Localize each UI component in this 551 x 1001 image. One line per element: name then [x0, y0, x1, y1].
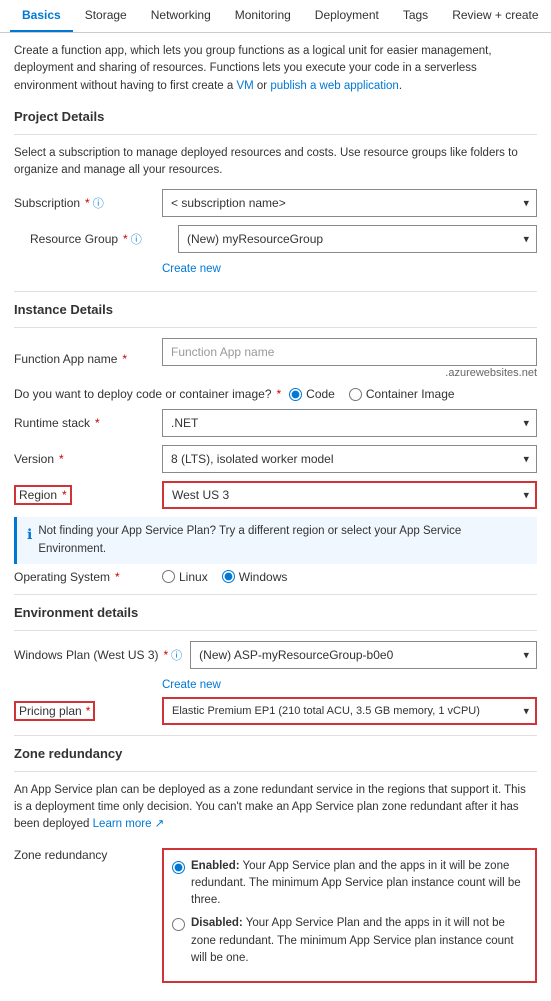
zone-redundancy-row: Zone redundancy Enabled: Your App Servic…: [14, 844, 537, 984]
info-circle-icon: ℹ: [27, 524, 32, 545]
subscription-info-icon[interactable]: ⓘ: [93, 195, 104, 211]
version-label: Version*: [14, 452, 154, 466]
version-select-wrapper: 8 (LTS), isolated worker model: [162, 445, 537, 473]
region-label-wrapper: Region*: [14, 485, 154, 505]
function-app-name-label: Function App name*: [14, 352, 154, 366]
tab-deployment[interactable]: Deployment: [303, 0, 391, 32]
resource-group-select[interactable]: (New) myResourceGroup: [178, 225, 537, 253]
windows-plan-info-icon[interactable]: ⓘ: [171, 647, 182, 663]
os-linux-option[interactable]: Linux: [162, 570, 208, 584]
os-radio-group: Linux Windows: [162, 570, 537, 584]
project-details-title: Project Details: [14, 109, 537, 124]
region-info-box: ℹ Not finding your App Service Plan? Try…: [14, 517, 537, 564]
resource-group-select-wrapper: (New) myResourceGroup: [178, 225, 537, 253]
tab-storage[interactable]: Storage: [73, 0, 139, 32]
region-select-wrapper: West US 3: [162, 481, 537, 509]
version-select[interactable]: 8 (LTS), isolated worker model: [162, 445, 537, 473]
tab-basics[interactable]: Basics: [10, 0, 73, 32]
instance-details-title: Instance Details: [14, 302, 537, 317]
region-label: Region: [19, 488, 57, 502]
os-windows-radio[interactable]: [222, 570, 235, 583]
function-app-name-control: .azurewebsites.net: [162, 338, 537, 379]
deploy-code-option[interactable]: Code: [289, 387, 335, 401]
zone-redundancy-field-label: Zone redundancy: [14, 844, 154, 862]
tab-review[interactable]: Review + create: [440, 0, 550, 32]
windows-plan-select[interactable]: (New) ASP-myResourceGroup-b0e0: [190, 641, 537, 669]
os-windows-option[interactable]: Windows: [222, 570, 288, 584]
zone-redundancy-title: Zone redundancy: [14, 746, 537, 761]
tab-monitoring[interactable]: Monitoring: [223, 0, 303, 32]
pricing-plan-label-wrapper: Pricing plan*: [14, 701, 154, 721]
pricing-plan-select-wrapper: Elastic Premium EP1 (210 total ACU, 3.5 …: [162, 697, 537, 725]
os-windows-label: Windows: [239, 570, 288, 584]
zone-redundancy-disabled-block: Disabled: Your App Service Plan and the …: [172, 915, 527, 967]
zone-redundancy-options: Enabled: Your App Service plan and the a…: [162, 848, 537, 984]
runtime-stack-select-wrapper: .NET: [162, 409, 537, 437]
deploy-type-radio-group: Code Container Image: [289, 387, 537, 401]
vm-link[interactable]: VM: [236, 80, 253, 92]
runtime-stack-select[interactable]: .NET: [162, 409, 537, 437]
function-app-name-input[interactable]: [162, 338, 537, 366]
pricing-plan-select[interactable]: Elastic Premium EP1 (210 total ACU, 3.5 …: [162, 697, 537, 725]
zone-redundancy-enabled-block: Enabled: Your App Service plan and the a…: [172, 858, 527, 910]
deploy-type-label: Do you want to deploy code or container …: [14, 387, 281, 401]
resource-group-create-new[interactable]: Create new: [162, 263, 221, 275]
zone-redundancy-enabled-radio[interactable]: [172, 861, 185, 874]
zone-redundancy-disabled-desc: Disabled: Your App Service Plan and the …: [191, 915, 527, 967]
region-info-text: Not finding your App Service Plan? Try a…: [38, 523, 527, 558]
environment-details-title: Environment details: [14, 605, 537, 620]
learn-more-link[interactable]: Learn more: [93, 818, 152, 830]
tab-bar: Basics Storage Networking Monitoring Dep…: [0, 0, 551, 33]
deploy-type-row: Do you want to deploy code or container …: [14, 387, 537, 401]
project-details-desc: Select a subscription to manage deployed…: [14, 145, 537, 180]
deploy-code-label: Code: [306, 387, 335, 401]
tab-tags[interactable]: Tags: [391, 0, 440, 32]
region-select[interactable]: West US 3: [162, 481, 537, 509]
pricing-plan-label: Pricing plan: [19, 704, 82, 718]
resource-group-label: Resource Group* ⓘ: [30, 231, 170, 247]
function-app-name-suffix: .azurewebsites.net: [162, 367, 537, 379]
deploy-container-radio[interactable]: [349, 388, 362, 401]
runtime-stack-label: Runtime stack*: [14, 416, 154, 430]
runtime-stack-row: Runtime stack* .NET: [14, 409, 537, 437]
region-row: Region* West US 3: [14, 481, 537, 509]
windows-plan-select-wrapper: (New) ASP-myResourceGroup-b0e0: [190, 641, 537, 669]
os-label: Operating System*: [14, 570, 154, 584]
resource-group-row: Resource Group* ⓘ (New) myResourceGroup: [30, 225, 537, 253]
os-linux-radio[interactable]: [162, 570, 175, 583]
windows-plan-label: Windows Plan (West US 3) * ⓘ: [14, 647, 182, 663]
deploy-container-label: Container Image: [366, 387, 455, 401]
subscription-select-wrapper: < subscription name>: [162, 189, 537, 217]
resource-group-info-icon[interactable]: ⓘ: [131, 231, 142, 247]
tab-networking[interactable]: Networking: [139, 0, 223, 32]
deploy-code-radio[interactable]: [289, 388, 302, 401]
subscription-select[interactable]: < subscription name>: [162, 189, 537, 217]
webapp-link[interactable]: publish a web application: [270, 80, 399, 92]
os-linux-label: Linux: [179, 570, 208, 584]
subscription-row: Subscription* ⓘ < subscription name>: [14, 189, 537, 217]
version-row: Version* 8 (LTS), isolated worker model: [14, 445, 537, 473]
zone-redundancy-enabled-desc: Enabled: Your App Service plan and the a…: [191, 858, 527, 910]
subscription-label: Subscription* ⓘ: [14, 195, 154, 211]
os-row: Operating System* Linux Windows: [14, 570, 537, 584]
zone-redundancy-desc: An App Service plan can be deployed as a…: [14, 782, 537, 834]
deploy-container-option[interactable]: Container Image: [349, 387, 455, 401]
zone-redundancy-disabled-radio[interactable]: [172, 918, 185, 931]
intro-text: Create a function app, which lets you gr…: [14, 43, 537, 95]
pricing-plan-row: Pricing plan* Elastic Premium EP1 (210 t…: [14, 697, 537, 725]
windows-plan-create-new[interactable]: Create new: [162, 679, 221, 691]
windows-plan-row: Windows Plan (West US 3) * ⓘ (New) ASP-m…: [14, 641, 537, 669]
function-app-name-row: Function App name* .azurewebsites.net: [14, 338, 537, 379]
